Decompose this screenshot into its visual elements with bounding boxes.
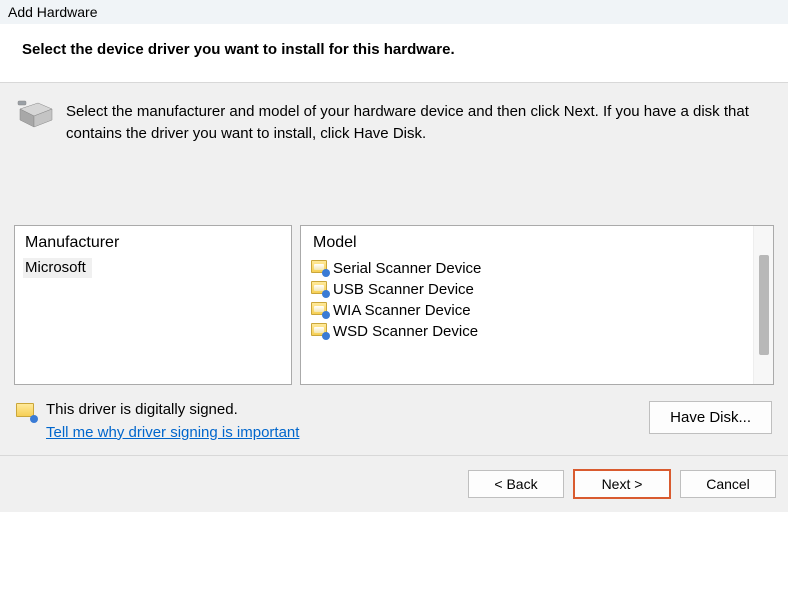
model-item-label: USB Scanner Device (333, 281, 474, 298)
next-button[interactable]: Next > (574, 470, 670, 498)
manufacturer-header: Manufacturer (23, 232, 283, 258)
have-disk-button[interactable]: Have Disk... (649, 401, 772, 434)
manufacturer-listbox[interactable]: Manufacturer Microsoft (14, 225, 292, 385)
driver-device-icon (311, 281, 329, 297)
driver-device-icon (311, 260, 329, 276)
wizard-footer: < Back Next > Cancel (0, 455, 788, 512)
model-listbox[interactable]: Model Serial Scanner Device USB Scanner … (300, 225, 774, 385)
instruction-text: Select the manufacturer and model of you… (66, 99, 768, 145)
page-heading: Select the device driver you want to ins… (22, 41, 766, 58)
signing-status-text: This driver is digitally signed. (46, 401, 299, 418)
cancel-button[interactable]: Cancel (680, 470, 776, 498)
model-item[interactable]: WIA Scanner Device (309, 300, 745, 321)
model-item-label: WIA Scanner Device (333, 302, 471, 319)
instruction-row: Select the manufacturer and model of you… (14, 97, 774, 155)
hardware-icon (16, 99, 56, 131)
model-item-label: Serial Scanner Device (333, 260, 481, 277)
scrollbar-thumb[interactable] (759, 255, 769, 355)
back-button[interactable]: < Back (468, 470, 564, 498)
model-item-label: WSD Scanner Device (333, 323, 478, 340)
wizard-content: Select the manufacturer and model of you… (0, 82, 788, 455)
driver-device-icon (311, 302, 329, 318)
signing-row: This driver is digitally signed. Tell me… (14, 401, 774, 455)
manufacturer-item-label: Microsoft (25, 259, 86, 276)
model-item[interactable]: USB Scanner Device (309, 279, 745, 300)
window-title: Add Hardware (8, 4, 98, 20)
model-item[interactable]: Serial Scanner Device (309, 258, 745, 279)
model-header: Model (309, 232, 745, 258)
driver-lists: Manufacturer Microsoft Model Serial Scan… (14, 225, 774, 385)
manufacturer-item[interactable]: Microsoft (23, 258, 92, 278)
model-item[interactable]: WSD Scanner Device (309, 321, 745, 342)
signed-driver-icon (16, 403, 36, 421)
model-scrollbar[interactable] (753, 226, 773, 384)
window-title-bar: Add Hardware (0, 0, 788, 25)
wizard-header: Select the device driver you want to ins… (0, 25, 788, 82)
signing-info-link[interactable]: Tell me why driver signing is important (46, 424, 299, 441)
driver-device-icon (311, 323, 329, 339)
